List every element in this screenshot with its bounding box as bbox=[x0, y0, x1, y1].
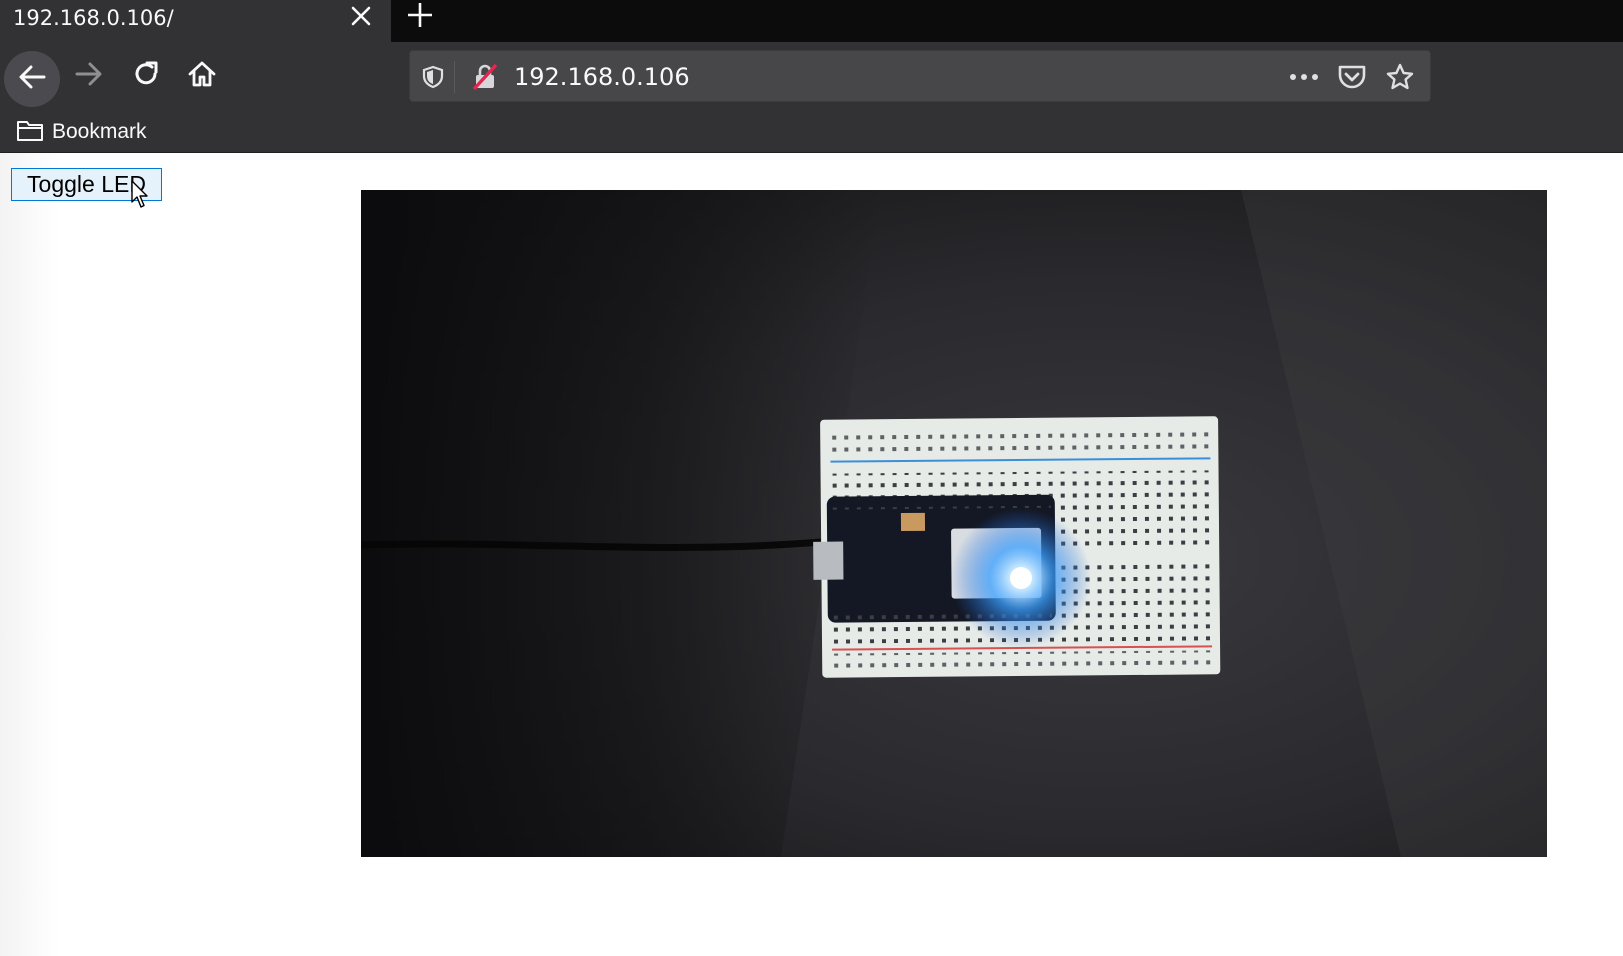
more-horizontal-icon[interactable] bbox=[1286, 51, 1322, 103]
pointer-cursor-icon bbox=[131, 180, 151, 210]
arrow-left-icon bbox=[17, 62, 47, 96]
folder-icon bbox=[16, 118, 44, 146]
arrow-right-icon bbox=[74, 59, 104, 93]
reload-icon bbox=[131, 59, 161, 93]
tab-title: 192.168.0.106/ bbox=[13, 6, 174, 30]
address-bar[interactable]: 192.168.0.106 bbox=[409, 50, 1431, 102]
forward-button[interactable] bbox=[67, 54, 111, 98]
navigation-toolbar: 192.168.0.106 bbox=[0, 42, 1623, 112]
pocket-icon[interactable] bbox=[1334, 51, 1370, 103]
url-text[interactable]: 192.168.0.106 bbox=[514, 51, 690, 103]
bookmark-folder-label: Bookmark bbox=[52, 120, 147, 143]
star-icon[interactable] bbox=[1382, 51, 1418, 103]
close-icon[interactable] bbox=[348, 3, 374, 29]
bookmarks-toolbar: Bookmark bbox=[0, 112, 1623, 153]
shield-icon[interactable] bbox=[418, 51, 448, 103]
bookmark-folder[interactable]: Bookmark bbox=[16, 116, 147, 148]
tab-strip: 192.168.0.106/ bbox=[0, 0, 1623, 42]
broken-lock-icon[interactable] bbox=[468, 51, 502, 103]
tab-active[interactable]: 192.168.0.106/ bbox=[0, 0, 391, 42]
plus-icon[interactable] bbox=[405, 0, 435, 30]
page-content: Toggle LED bbox=[0, 153, 1623, 956]
home-button[interactable] bbox=[180, 54, 224, 98]
home-icon bbox=[187, 59, 217, 93]
urlbar-separator bbox=[454, 61, 455, 93]
reload-button[interactable] bbox=[124, 54, 168, 98]
camera-stream-image bbox=[361, 190, 1547, 857]
back-button[interactable] bbox=[4, 51, 60, 107]
